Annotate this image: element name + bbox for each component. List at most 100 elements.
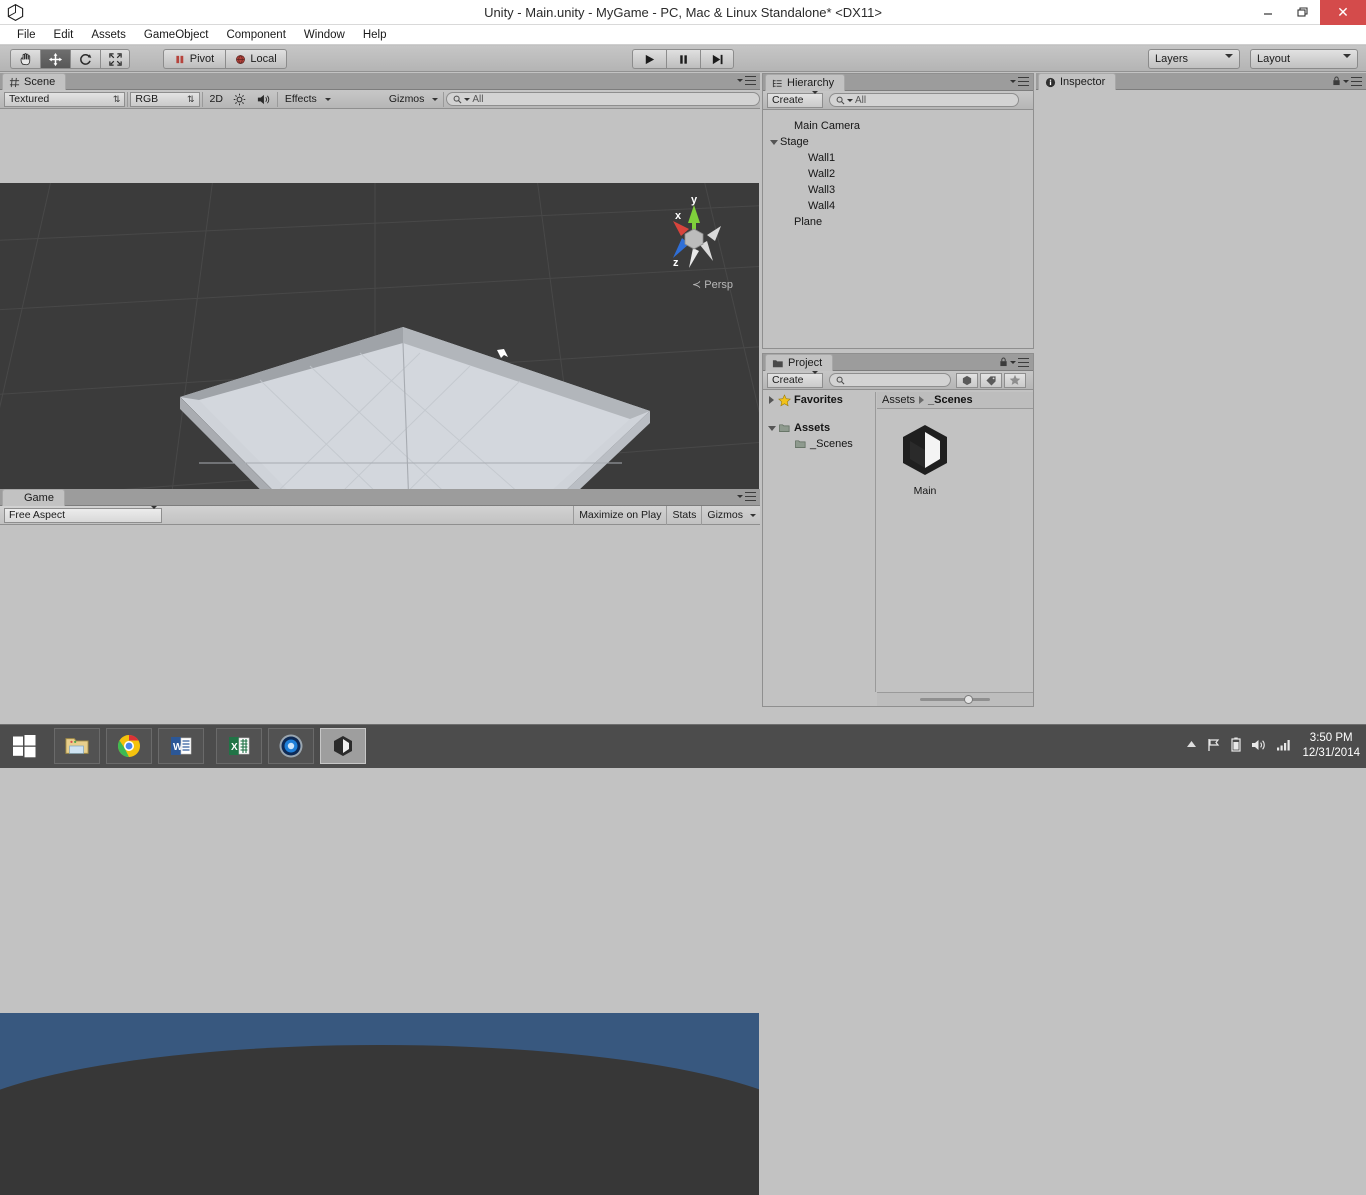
layers-dropdown[interactable]: Layers [1148, 49, 1240, 69]
filter-by-label-button[interactable] [980, 373, 1002, 388]
favorite-filter-button[interactable] [1004, 373, 1026, 388]
slider-track[interactable] [920, 698, 990, 701]
chevron-down-icon [151, 509, 157, 521]
hierarchy-item-main-camera[interactable]: Main Camera [763, 118, 1033, 134]
chevron-down-icon[interactable] [767, 426, 776, 431]
hierarchy-create-dropdown[interactable]: Create [767, 93, 823, 108]
restore-button[interactable] [1285, 0, 1320, 25]
hierarchy-tab-menu[interactable] [1010, 77, 1029, 86]
tab-scene[interactable]: Scene [2, 73, 66, 90]
scene-orientation-gizmo[interactable]: x y z [651, 191, 737, 277]
asset-grid[interactable]: Main [877, 409, 1033, 507]
hierarchy-search-input[interactable]: All [829, 93, 1019, 107]
hierarchy-item-wall1[interactable]: Wall1 [763, 150, 1033, 166]
local-toggle-button[interactable]: Local [225, 49, 287, 69]
stats-button[interactable]: Stats [666, 506, 701, 525]
project-tree-item--scenes[interactable]: _Scenes [763, 436, 875, 452]
taskbar-excel[interactable]: X [216, 728, 262, 764]
project-tabstrip: Project [763, 354, 1033, 371]
hierarchy-item-wall4[interactable]: Wall4 [763, 198, 1033, 214]
taskbar-unity[interactable] [320, 728, 366, 764]
toggle-2d-button[interactable]: 2D [204, 91, 227, 108]
tab-project[interactable]: Project [765, 354, 833, 371]
slider-knob[interactable] [964, 695, 973, 704]
game-viewport[interactable] [0, 1013, 759, 1195]
move-tool-button[interactable] [40, 49, 70, 69]
minimize-button[interactable] [1250, 0, 1285, 25]
hierarchy-item-stage[interactable]: Stage [763, 134, 1033, 150]
volume-icon[interactable] [1251, 738, 1266, 755]
breadcrumb-root[interactable]: Assets [882, 394, 915, 406]
menu-edit[interactable]: Edit [45, 25, 83, 45]
breadcrumb-current[interactable]: _Scenes [928, 394, 973, 406]
aspect-dropdown[interactable]: Free Aspect [4, 508, 162, 523]
project-favorites-row[interactable]: Favorites [763, 392, 875, 408]
layout-dropdown[interactable]: Layout [1250, 49, 1358, 69]
tab-game[interactable]: Game [2, 489, 65, 506]
scene-gizmos-button[interactable]: Gizmos [384, 91, 430, 108]
action-center-icon[interactable] [1207, 738, 1221, 755]
close-button[interactable]: ✕ [1320, 0, 1366, 25]
game-gizmos-button[interactable]: Gizmos [701, 506, 748, 525]
battery-icon[interactable] [1231, 737, 1241, 755]
pivot-toggle-button[interactable]: Pivot [163, 49, 225, 69]
start-button[interactable] [0, 724, 48, 768]
taskbar-file-explorer[interactable] [54, 728, 100, 764]
menu-file[interactable]: File [8, 25, 45, 45]
tab-inspector[interactable]: Inspector [1038, 73, 1116, 90]
lock-icon[interactable] [999, 357, 1008, 367]
svg-text:x: x [675, 210, 682, 222]
scene-audio-button[interactable] [251, 91, 275, 108]
scale-tool-button[interactable] [100, 49, 130, 69]
draw-mode-dropdown[interactable]: Textured ⇅ [4, 92, 125, 107]
hierarchy-item-plane[interactable]: Plane [763, 214, 1033, 230]
hierarchy-tree[interactable]: Main CameraStageWall1Wall2Wall3Wall4Plan… [763, 112, 1033, 348]
lock-icon[interactable] [1332, 76, 1341, 86]
network-icon[interactable] [1276, 738, 1292, 754]
project-create-dropdown[interactable]: Create [767, 373, 823, 388]
taskbar-media-app[interactable] [268, 728, 314, 764]
effects-dropdown[interactable] [322, 91, 334, 108]
tag-icon [985, 375, 997, 386]
effects-button[interactable]: Effects [280, 91, 322, 108]
scene-search-input[interactable]: All [446, 92, 760, 106]
chevron-right-icon[interactable] [767, 396, 776, 404]
scene-lighting-button[interactable] [228, 91, 251, 108]
game-tab-menu[interactable] [737, 492, 756, 501]
taskbar-chrome[interactable] [106, 728, 152, 764]
project-zoom-slider[interactable] [877, 692, 1033, 706]
rotate-tool-button[interactable] [70, 49, 100, 69]
filter-by-type-button[interactable] [956, 373, 978, 388]
pivot-rotation-group: Pivot Local [163, 49, 287, 69]
play-button[interactable] [632, 49, 666, 69]
scene-projection-label[interactable]: ≺Persp [692, 278, 733, 291]
inspector-tab-menu[interactable] [1332, 76, 1362, 86]
scene-gizmos-dropdown[interactable] [429, 91, 441, 108]
chevron-down-icon[interactable] [769, 140, 778, 145]
taskbar-clock[interactable]: 3:50 PM 12/31/2014 [1302, 731, 1360, 761]
menu-assets[interactable]: Assets [82, 25, 135, 45]
hand-tool-button[interactable] [10, 49, 40, 69]
step-button[interactable] [700, 49, 734, 69]
scene-tab-menu[interactable] [737, 76, 756, 85]
menu-component[interactable]: Component [217, 25, 294, 45]
hierarchy-item-wall2[interactable]: Wall2 [763, 166, 1033, 182]
menu-window[interactable]: Window [295, 25, 354, 45]
project-tab-menu[interactable] [999, 357, 1029, 367]
pause-button[interactable] [666, 49, 700, 69]
show-hidden-icons-button[interactable] [1186, 740, 1197, 752]
project-tree-item-assets[interactable]: Assets [763, 420, 875, 436]
word-icon: W [169, 734, 193, 758]
maximize-on-play-button[interactable]: Maximize on Play [573, 506, 666, 525]
asset-item[interactable]: Main [887, 419, 963, 497]
hierarchy-item-wall3[interactable]: Wall3 [763, 182, 1033, 198]
window-titlebar: Unity - Main.unity - MyGame - PC, Mac & … [0, 0, 1366, 25]
taskbar-word[interactable]: W [158, 728, 204, 764]
tab-hierarchy[interactable]: Hierarchy [765, 74, 845, 91]
game-gizmos-dropdown[interactable] [748, 506, 760, 525]
color-mode-dropdown[interactable]: RGB ⇅ [130, 92, 199, 107]
project-asset-tree[interactable]: Assets_Scenes [763, 420, 875, 452]
project-search-input[interactable] [829, 373, 951, 387]
menu-help[interactable]: Help [354, 25, 396, 45]
menu-gameobject[interactable]: GameObject [135, 25, 218, 45]
